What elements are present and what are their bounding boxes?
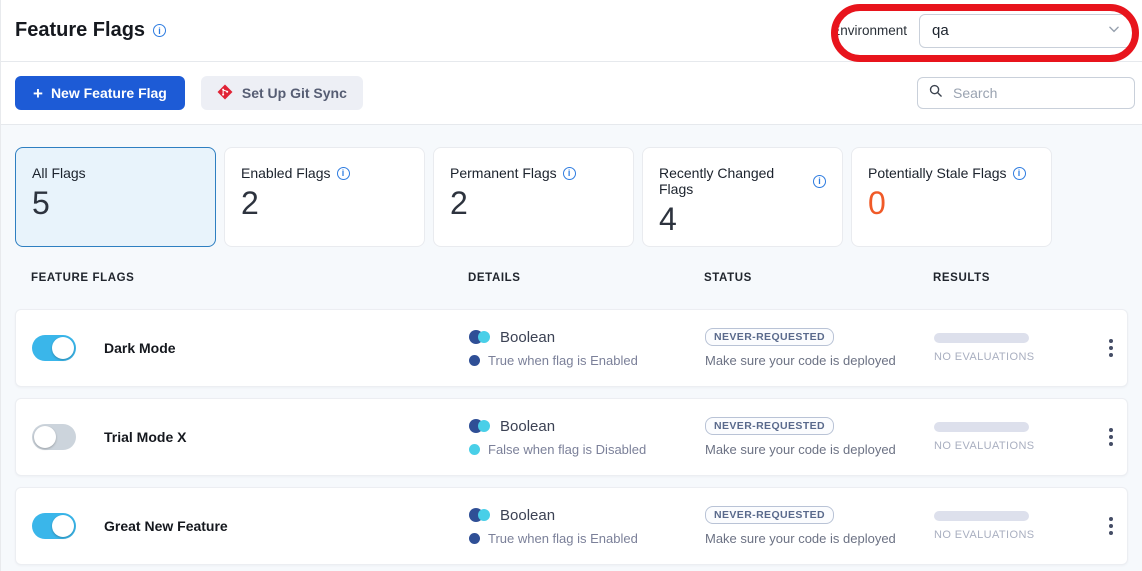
table-row[interactable]: Trial Mode X Boolean False when flag is …: [15, 398, 1128, 476]
evaluations-bar: [934, 422, 1029, 432]
flag-name[interactable]: Dark Mode: [104, 340, 176, 356]
column-header-status: STATUS: [704, 272, 933, 284]
environment-value: qa: [932, 22, 949, 39]
table-header: FEATURE FLAGS DETAILS STATUS RESULTS: [15, 247, 1128, 309]
toggle-knob: [52, 337, 74, 359]
search-input[interactable]: [951, 84, 1124, 102]
evaluations-bar: [934, 511, 1029, 521]
flag-name[interactable]: Great New Feature: [104, 518, 228, 534]
row-menu-button[interactable]: [1099, 424, 1123, 450]
stat-value: 4: [659, 201, 826, 238]
page-title: Feature Flags: [15, 19, 166, 42]
info-icon[interactable]: [813, 175, 826, 188]
stat-value: 0: [868, 185, 1035, 222]
stat-card-enabled-flags[interactable]: Enabled Flags 2: [224, 147, 425, 247]
evaluations-bar: [934, 333, 1029, 343]
status-message: Make sure your code is deployed: [705, 353, 896, 368]
stat-label: Potentially Stale Flags: [868, 165, 1035, 181]
stat-card-permanent-flags[interactable]: Permanent Flags 2: [433, 147, 634, 247]
environment-control: Environment qa: [831, 14, 1134, 48]
environment-label: Environment: [831, 23, 907, 38]
flag-type: Boolean: [500, 418, 555, 435]
info-icon[interactable]: [153, 24, 166, 37]
environment-select[interactable]: qa: [919, 14, 1134, 48]
content-area: All Flags 5 Enabled Flags 2 Permanent Fl…: [1, 125, 1142, 571]
info-icon[interactable]: [1013, 167, 1026, 180]
rule-bullet-icon: [469, 444, 480, 455]
boolean-type-icon: [469, 508, 492, 522]
flag-toggle[interactable]: [32, 513, 76, 539]
info-icon[interactable]: [563, 167, 576, 180]
new-feature-flag-button[interactable]: + New Feature Flag: [15, 76, 185, 110]
search-icon: [928, 83, 943, 103]
flag-type: Boolean: [500, 507, 555, 524]
rule-bullet-icon: [469, 533, 480, 544]
table-row[interactable]: Dark Mode Boolean True when flag is Enab…: [15, 309, 1128, 387]
stat-value: 2: [241, 185, 408, 222]
new-feature-flag-label: New Feature Flag: [51, 85, 167, 101]
search-box: [917, 77, 1135, 109]
plus-icon: +: [33, 85, 43, 102]
stat-label: Recently Changed Flags: [659, 165, 826, 197]
stat-label: Enabled Flags: [241, 165, 408, 181]
info-icon[interactable]: [337, 167, 350, 180]
stat-label: Permanent Flags: [450, 165, 617, 181]
rule-bullet-icon: [469, 355, 480, 366]
column-header-results: RESULTS: [933, 272, 1093, 284]
evaluations-label: NO EVALUATIONS: [934, 351, 1094, 363]
stat-card-recently-changed-flags[interactable]: Recently Changed Flags 4: [642, 147, 843, 247]
page-title-text: Feature Flags: [15, 19, 145, 42]
feature-flags-page: Feature Flags Environment qa + New Featu…: [0, 0, 1142, 571]
status-badge: NEVER-REQUESTED: [705, 506, 834, 524]
toggle-knob: [52, 515, 74, 537]
boolean-type-icon: [469, 419, 492, 433]
boolean-type-icon: [469, 330, 492, 344]
git-icon: [217, 84, 233, 103]
row-menu-button[interactable]: [1099, 335, 1123, 361]
toolbar: + New Feature Flag Set Up Git Sync: [1, 62, 1142, 125]
flag-toggle[interactable]: [32, 424, 76, 450]
flag-name[interactable]: Trial Mode X: [104, 429, 186, 445]
chevron-down-icon: [1107, 22, 1121, 40]
flag-rule: True when flag is Enabled: [488, 353, 638, 368]
column-header-details: DETAILS: [468, 272, 704, 284]
flag-toggle[interactable]: [32, 335, 76, 361]
top-bar: Feature Flags Environment qa: [1, 0, 1142, 62]
flag-rule: False when flag is Disabled: [488, 442, 646, 457]
set-up-git-sync-label: Set Up Git Sync: [242, 85, 347, 101]
flag-rule: True when flag is Enabled: [488, 531, 638, 546]
stat-value: 5: [32, 185, 199, 222]
stat-card-potentially-stale-flags[interactable]: Potentially Stale Flags 0: [851, 147, 1052, 247]
stat-card-all-flags[interactable]: All Flags 5: [15, 147, 216, 247]
stat-cards: All Flags 5 Enabled Flags 2 Permanent Fl…: [15, 147, 1128, 247]
status-message: Make sure your code is deployed: [705, 442, 896, 457]
evaluations-label: NO EVALUATIONS: [934, 440, 1094, 452]
stat-value: 2: [450, 185, 617, 222]
evaluations-label: NO EVALUATIONS: [934, 529, 1094, 541]
stat-label: All Flags: [32, 165, 199, 181]
flag-type: Boolean: [500, 329, 555, 346]
row-menu-button[interactable]: [1099, 513, 1123, 539]
toggle-knob: [34, 426, 56, 448]
status-message: Make sure your code is deployed: [705, 531, 896, 546]
set-up-git-sync-button[interactable]: Set Up Git Sync: [201, 76, 363, 110]
status-badge: NEVER-REQUESTED: [705, 328, 834, 346]
column-header-feature-flags: FEATURE FLAGS: [15, 272, 468, 284]
table-row[interactable]: Great New Feature Boolean True when flag…: [15, 487, 1128, 565]
status-badge: NEVER-REQUESTED: [705, 417, 834, 435]
